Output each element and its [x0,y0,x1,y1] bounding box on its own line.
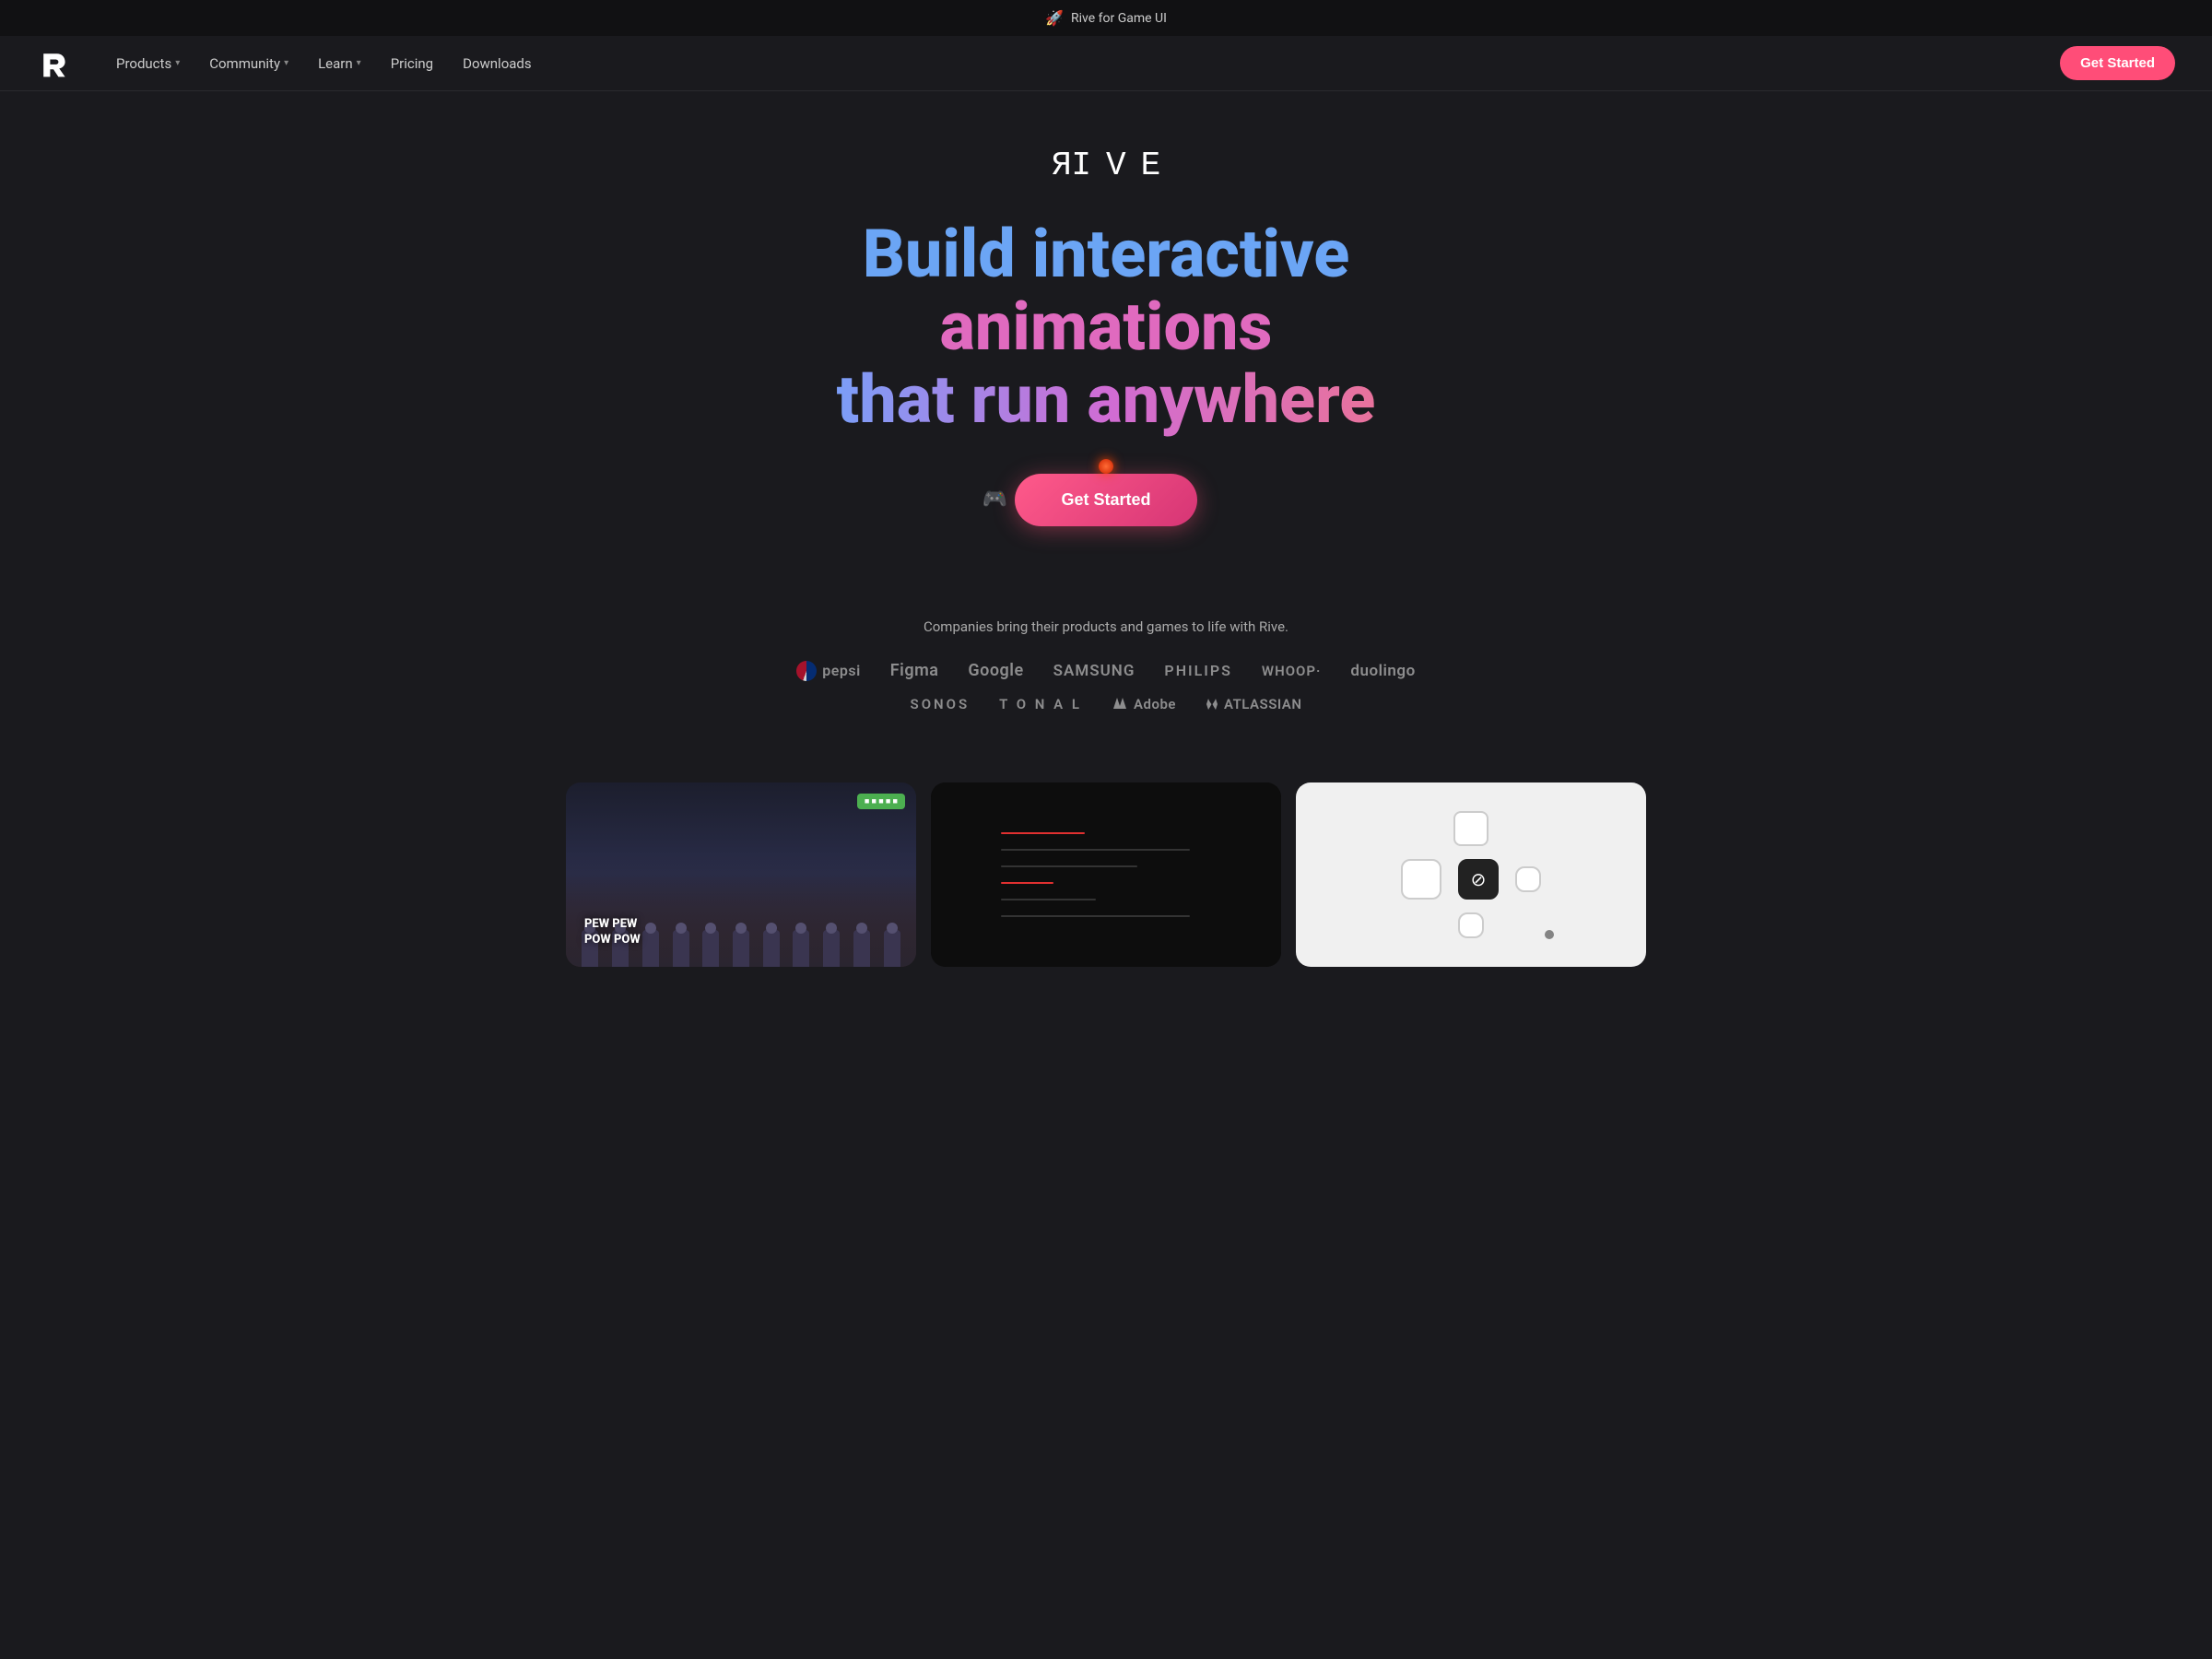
editor-line [1001,832,1085,834]
cta-decor [1088,448,1124,485]
crowd-figure [884,930,900,967]
navbar: Products ▾ Community ▾ Learn ▾ Pricing D… [0,36,2212,91]
hero-section: RIVE Build interactive animations that r… [0,91,2212,609]
cta-left-icon: 🎮 [982,488,1006,512]
preview-card-editor [931,782,1281,967]
game-scene: ■ ■ ■ ■ ■ PEW PEWPOW POW [566,782,916,967]
logo-pepsi: pepsi [796,661,861,681]
crowd-figure [823,930,840,967]
logo-samsung: SAMSUNG [1053,662,1135,680]
ui-icon-box-active: ⊘ [1458,859,1499,900]
logo-duolingo: duolingo [1350,662,1415,680]
nav-logo[interactable] [37,47,70,80]
ui-icon-box: □ [1458,912,1484,938]
chevron-down-icon: ▾ [175,58,180,68]
logo-figma: Figma [890,661,939,680]
ui-icon-row-bottom: □ [1458,912,1484,938]
hero-cta-container: 🎮 Get Started [1015,474,1196,526]
nav-pricing[interactable]: Pricing [378,48,446,79]
crowd-figure [702,930,719,967]
hero-logo: RIVE [1037,147,1175,184]
crowd-figure [642,930,659,967]
logo-sonos: SONOS [911,696,971,712]
preview-section: ■ ■ ■ ■ ■ PEW PEWPOW POW [0,764,2212,967]
companies-section: Companies bring their products and games… [0,609,2212,764]
editor-line [1001,865,1137,867]
game-status-bar: ■ ■ ■ ■ ■ [857,794,905,809]
game-text: PEW PEWPOW POW [584,917,641,948]
companies-tagline: Companies bring their products and games… [37,618,2175,635]
nav-learn[interactable]: Learn ▾ [305,48,374,79]
ui-icon-box: □ [1401,859,1441,900]
editor-line [1001,882,1053,884]
editor-line [1001,915,1190,917]
ui-top-icon: ⊡ [1453,811,1488,846]
pepsi-circle-icon [796,661,817,681]
preview-card-ui: ⊡ □ ⊘ · □ [1296,782,1646,967]
cta-decor-dot [1099,459,1113,474]
chevron-down-icon: ▾ [284,58,288,68]
companies-row-1: pepsi Figma Google SAMSUNG PHILIPS WHOOP… [37,661,2175,681]
ui-icon-row: □ ⊘ · [1401,859,1541,900]
nav-products[interactable]: Products ▾ [103,48,193,79]
logo-tonal: T O N A L [999,696,1082,712]
logo-google: Google [968,661,1023,680]
nav-community[interactable]: Community ▾ [196,48,301,79]
ui-scene: ⊡ □ ⊘ · □ [1296,782,1646,967]
editor-lines [1001,832,1211,917]
editor-scene [931,782,1281,967]
editor-line [1001,849,1190,851]
crowd-figure [763,930,780,967]
preview-card-game: ■ ■ ■ ■ ■ PEW PEWPOW POW [566,782,916,967]
logo-philips: PHILIPS [1164,662,1231,679]
rocket-icon: 🚀 [1045,9,1064,27]
hero-headline: Build interactive animations that run an… [691,218,1521,437]
ui-icon-box-small: · [1515,866,1541,892]
cursor-indicator [1545,930,1554,939]
chevron-down-icon: ▾ [357,58,361,68]
editor-line [1001,899,1096,900]
crowd-figure [733,930,749,967]
nav-links: Products ▾ Community ▾ Learn ▾ Pricing D… [103,48,2060,79]
companies-row-2: SONOS T O N A L Adobe ATLASSIAN [37,696,2175,712]
crowd-figure [793,930,809,967]
logo-atlassian: ATLASSIAN [1206,696,1301,712]
logo-adobe: Adobe [1112,696,1176,712]
rive-r-char: R [1037,147,1072,184]
crowd-figure [853,930,870,967]
crowd-figure [673,930,689,967]
banner-text: Rive for Game UI [1071,11,1167,26]
logo-whoop: WHOOP· [1262,663,1321,679]
nav-get-started-button[interactable]: Get Started [2060,46,2175,80]
top-banner[interactable]: 🚀 Rive for Game UI [0,0,2212,36]
nav-downloads[interactable]: Downloads [450,48,545,79]
